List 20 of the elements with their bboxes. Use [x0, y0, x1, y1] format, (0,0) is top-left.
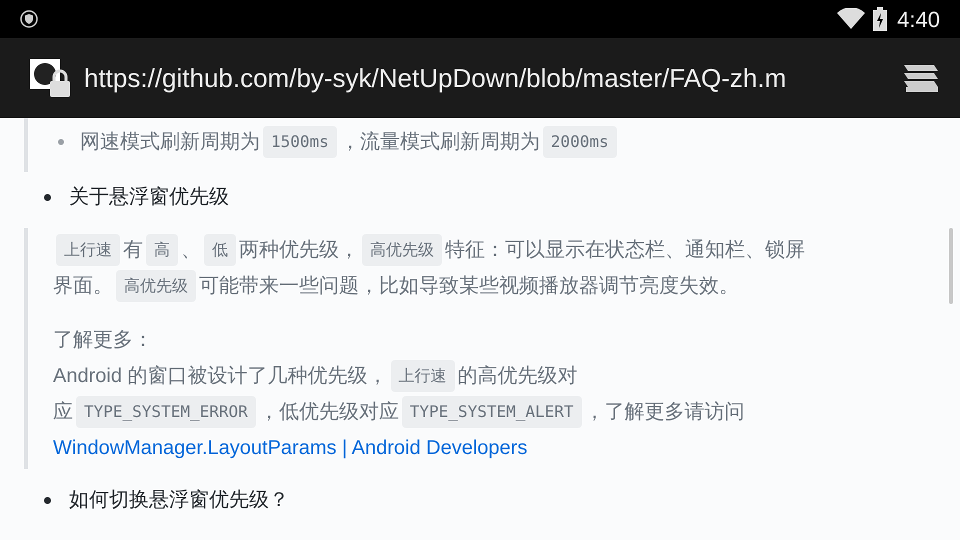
url-text[interactable]: https://github.com/by-syk/NetUpDown/blob/master/FAQ-zh.m: [84, 58, 904, 98]
paragraph-line: 网速模式刷新周期为 1500ms ，流量模式刷新周期为 2000ms: [80, 124, 620, 160]
clock: 4:40: [897, 6, 940, 34]
bullet-icon: [44, 496, 51, 504]
bullet-icon: [44, 194, 51, 200]
paragraph-line: 了解更多：: [53, 328, 154, 353]
paragraph-line: 界面。 高优先级 可能带来一些问题，比如导致某些视频播放器调节亮度失效。: [53, 268, 960, 304]
paragraph-line: Android 的窗口被设计了几种优先级， 上行速 的高优先级对: [53, 358, 960, 394]
tabs-icon[interactable]: [904, 63, 940, 93]
paragraph-line: 上行速 有 高 、 低 两种优先级， 高优先级 特征：可以显示在状态栏、通知栏、锁屏: [53, 232, 960, 268]
paragraph-line: 关于悬浮窗优先级: [69, 185, 229, 210]
wifi-icon: [837, 8, 866, 30]
shield-icon: [20, 10, 38, 28]
site-lock-icon[interactable]: [30, 57, 72, 99]
link[interactable]: WindowManager.LayoutParams | Android Developers: [53, 432, 528, 462]
bullet-icon: [58, 139, 64, 145]
scrollbar[interactable]: [949, 228, 953, 304]
paragraph-line: 应 TYPE_SYSTEM_ERROR ，低优先级对应 TYPE_SYSTEM_ALERT ，了解更多请访问: [53, 394, 960, 430]
paragraph-line: 如何切换悬浮窗优先级？: [69, 488, 289, 513]
battery-icon: [873, 7, 888, 31]
